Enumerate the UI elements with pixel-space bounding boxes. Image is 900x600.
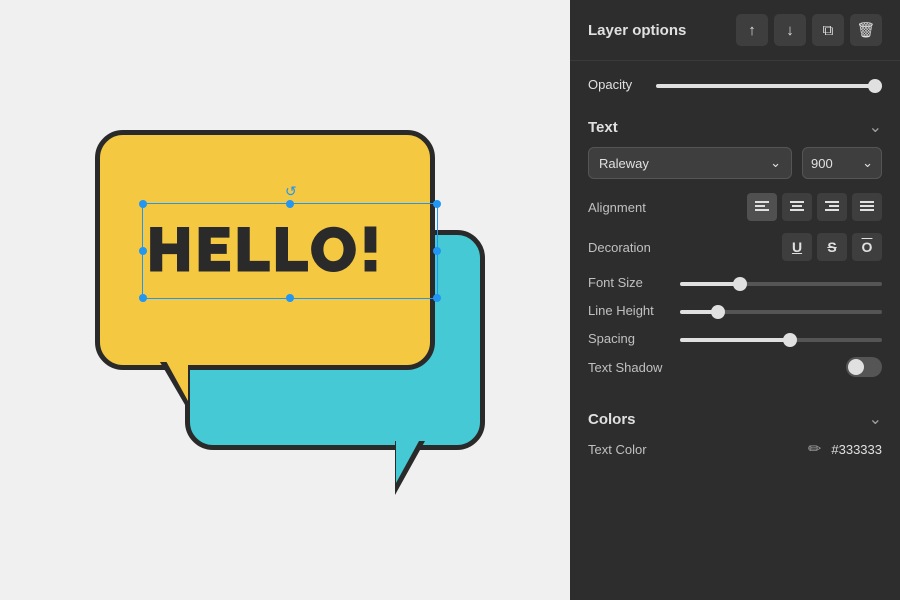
strikethrough-button[interactable]: S (817, 233, 847, 261)
line-height-slider[interactable] (680, 310, 882, 314)
colors-section-title: Colors (588, 411, 636, 428)
move-down-button[interactable]: ↓ (774, 14, 806, 46)
alignment-label: Alignment (588, 200, 668, 215)
bubble-blue-tail (396, 441, 419, 483)
opacity-label: Opacity (588, 77, 642, 92)
eyedropper-icon[interactable]: ✏ (808, 439, 821, 459)
spacing-row: Spacing (588, 329, 882, 347)
text-color-label: Text Color (588, 442, 647, 457)
rotate-handle[interactable]: ↺ (285, 186, 295, 196)
font-size-label: Font Size (588, 275, 668, 290)
align-justify-button[interactable] (852, 193, 882, 221)
font-weight-value: 900 (811, 156, 833, 171)
spacing-slider[interactable] (680, 338, 882, 342)
speech-bubble-group: ↺ HELLO! (75, 110, 495, 490)
handle-bl[interactable] (139, 294, 147, 302)
delete-button[interactable]: 🗑 (850, 14, 882, 46)
decoration-label: Decoration (588, 240, 668, 255)
decoration-row: Decoration U S O (588, 233, 882, 261)
line-height-row: Line Height (588, 301, 882, 319)
opacity-row: Opacity (570, 61, 900, 103)
bubble-yellow-tail (166, 361, 188, 401)
handle-tr[interactable] (433, 200, 441, 208)
handle-tm[interactable] (286, 200, 294, 208)
line-height-slider-wrap (680, 301, 882, 319)
align-center-button[interactable] (782, 193, 812, 221)
duplicate-button[interactable]: ⧉ (812, 14, 844, 46)
layer-options-title: Layer options (588, 22, 686, 39)
handle-tl[interactable] (139, 200, 147, 208)
spacing-label: Spacing (588, 331, 668, 346)
font-family-value: Raleway (599, 156, 649, 171)
text-color-right: ✏ #333333 (808, 439, 882, 459)
font-weight-select[interactable]: 900 ⌄ (802, 147, 882, 179)
font-family-select[interactable]: Raleway ⌄ (588, 147, 792, 179)
opacity-slider[interactable] (656, 84, 882, 88)
canvas-area: ↺ HELLO! (0, 0, 570, 600)
font-family-chevron-icon: ⌄ (770, 155, 781, 171)
font-size-row: Font Size (588, 273, 882, 291)
text-color-value[interactable]: #333333 (831, 442, 882, 457)
underline-button[interactable]: U (782, 233, 812, 261)
overline-button[interactable]: O (852, 233, 882, 261)
text-shadow-toggle[interactable] (846, 357, 882, 377)
text-shadow-row: Text Shadow (588, 357, 882, 377)
text-section-header[interactable]: Text ⌄ (570, 103, 900, 147)
colors-section-header[interactable]: Colors ⌄ (570, 395, 900, 439)
font-weight-chevron-icon: ⌄ (862, 155, 873, 171)
colors-section: Colors ⌄ Text Color ✏ #333333 (570, 395, 900, 473)
bubble-yellow[interactable]: ↺ HELLO! (95, 130, 435, 370)
colors-controls: Text Color ✏ #333333 (570, 439, 900, 473)
align-right-button[interactable] (817, 193, 847, 221)
layer-options-section: Layer options ↑ ↓ ⧉ 🗑 (570, 0, 900, 61)
layer-icon-buttons: ↑ ↓ ⧉ 🗑 (736, 14, 882, 46)
font-size-slider-wrap (680, 273, 882, 291)
text-chevron-icon: ⌄ (869, 117, 882, 137)
alignment-buttons (747, 193, 882, 221)
handle-bm[interactable] (286, 294, 294, 302)
alignment-row: Alignment (588, 193, 882, 221)
text-section-title: Text (588, 119, 618, 136)
font-size-slider[interactable] (680, 282, 882, 286)
hello-text[interactable]: HELLO! (146, 214, 383, 287)
line-height-label: Line Height (588, 303, 668, 318)
move-up-button[interactable]: ↑ (736, 14, 768, 46)
right-panel: Layer options ↑ ↓ ⧉ 🗑 Opacity Text ⌄ Ral… (570, 0, 900, 600)
font-row: Raleway ⌄ 900 ⌄ (588, 147, 882, 179)
decoration-buttons: U S O (782, 233, 882, 261)
layer-options-row: Layer options ↑ ↓ ⧉ 🗑 (588, 14, 882, 46)
spacing-slider-wrap (680, 329, 882, 347)
text-color-row: Text Color ✏ #333333 (588, 439, 882, 459)
text-controls: Raleway ⌄ 900 ⌄ Alignment (570, 147, 900, 395)
text-shadow-knob (848, 359, 864, 375)
text-section: Text ⌄ Raleway ⌄ 900 ⌄ Alignment (570, 103, 900, 395)
colors-chevron-icon: ⌄ (869, 409, 882, 429)
align-left-button[interactable] (747, 193, 777, 221)
opacity-slider-container (656, 75, 882, 93)
text-shadow-label: Text Shadow (588, 360, 662, 375)
